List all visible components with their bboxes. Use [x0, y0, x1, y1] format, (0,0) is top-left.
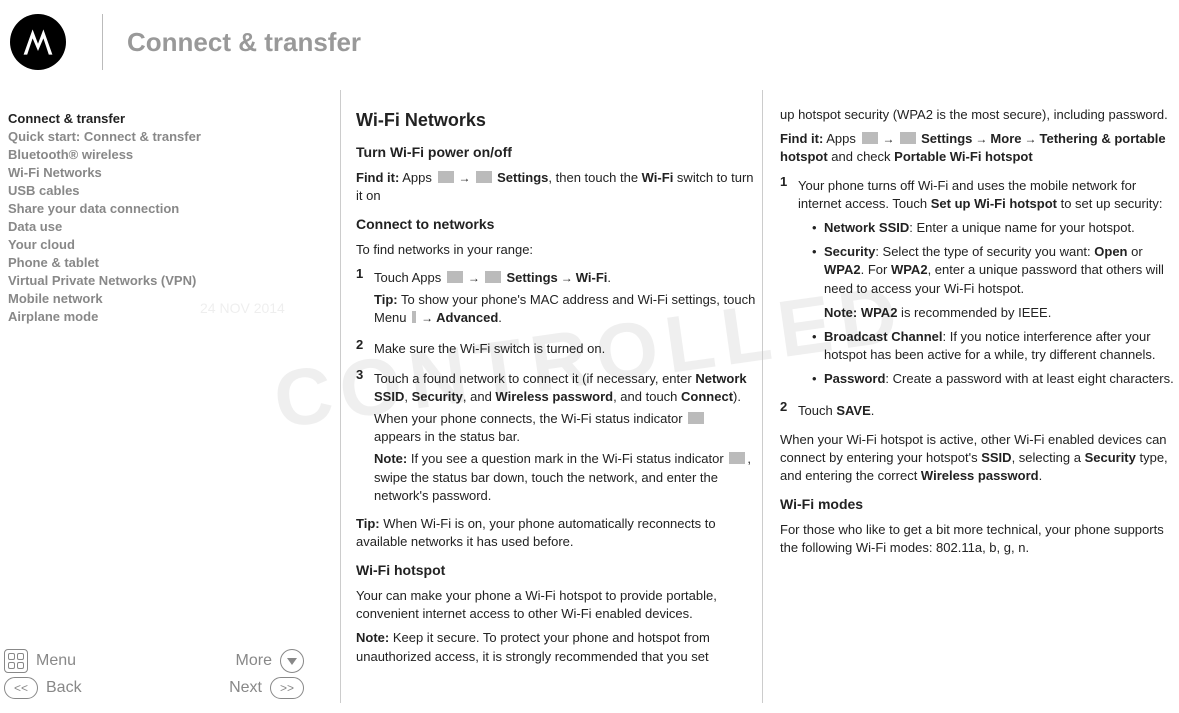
page-title: Connect & transfer — [127, 27, 361, 58]
bullet-password: Password: Create a password with at leas… — [812, 370, 1179, 388]
hs-step-2: Touch SAVE. — [798, 402, 1179, 420]
toc-link[interactable]: Airplane mode — [8, 308, 292, 326]
heading-wifi-networks: Wi-Fi Networks — [356, 108, 756, 133]
menu-button[interactable]: Menu — [4, 649, 76, 673]
toc-link[interactable]: Phone & tablet — [8, 254, 292, 272]
menu-label: Menu — [36, 652, 76, 670]
findit-power: Find it: Apps → Settings, then touch the… — [356, 169, 756, 205]
hotspot-active: When your Wi-Fi hotspot is active, other… — [780, 431, 1179, 486]
apps-icon — [447, 271, 463, 283]
menu-grid-icon — [4, 649, 28, 673]
bullet-ssid: Network SSID: Enter a unique name for yo… — [812, 219, 1179, 237]
back-label: Back — [46, 679, 82, 697]
bullet-security: Security: Select the type of security yo… — [812, 243, 1179, 322]
toc-link[interactable]: Mobile network — [8, 290, 292, 308]
sidebar-toc: Connect & transfer Quick start: Connect … — [0, 110, 300, 326]
nav-footer: Menu More << Back Next >> — [4, 645, 304, 703]
toc-link[interactable]: Connect & transfer — [8, 110, 292, 128]
step-2: Make sure the Wi-Fi switch is turned on. — [374, 340, 756, 358]
header-divider — [102, 14, 103, 70]
toc-link[interactable]: Quick start: Connect & transfer — [8, 128, 292, 146]
step-3-note: Note: If you see a question mark in the … — [374, 450, 756, 505]
apps-icon — [862, 132, 878, 144]
toc-link[interactable]: Your cloud — [8, 236, 292, 254]
back-chevron-icon: << — [4, 677, 38, 699]
hotspot-intro: Your can make your phone a Wi-Fi hotspot… — [356, 587, 756, 623]
next-chevron-icon: >> — [270, 677, 304, 699]
settings-icon — [900, 132, 916, 144]
toc-link[interactable]: Share your data connection — [8, 200, 292, 218]
tip-reconnect: Tip: When Wi-Fi is on, your phone automa… — [356, 515, 756, 551]
more-chevron-icon — [280, 649, 304, 673]
back-button[interactable]: << Back — [4, 677, 82, 699]
step-1: Touch Apps → Settings→Wi-Fi. — [374, 269, 756, 287]
hotspot-note-cont: up hotspot security (WPA2 is the most se… — [780, 106, 1179, 124]
toc-link[interactable]: USB cables — [8, 182, 292, 200]
wifi-status-icon — [688, 412, 704, 424]
heading-hotspot: Wi-Fi hotspot — [356, 561, 756, 581]
next-button[interactable]: Next >> — [229, 677, 304, 699]
header: Connect & transfer — [0, 10, 1179, 74]
motorola-logo-icon — [10, 14, 66, 70]
findit-hotspot: Find it: Apps → Settings→More→Tethering … — [780, 130, 1179, 166]
toc-link[interactable]: Bluetooth® wireless — [8, 146, 292, 164]
settings-icon — [476, 171, 492, 183]
connect-intro: To find networks in your range: — [356, 241, 756, 259]
step-3: Touch a found network to connect it (if … — [374, 370, 756, 406]
more-button[interactable]: More — [236, 649, 304, 673]
toc-link[interactable]: Wi-Fi Networks — [8, 164, 292, 182]
column-divider — [762, 90, 763, 703]
heading-connect: Connect to networks — [356, 215, 756, 235]
settings-icon — [485, 271, 501, 283]
wifi-question-icon — [729, 452, 745, 464]
step-3-when: When your phone connects, the Wi-Fi stat… — [374, 410, 756, 446]
content-column-2: up hotspot security (WPA2 is the most se… — [780, 100, 1179, 703]
heading-modes: Wi-Fi modes — [780, 495, 1179, 515]
hotspot-note: Note: Keep it secure. To protect your ph… — [356, 629, 756, 665]
hs-step-1: Your phone turns off Wi-Fi and uses the … — [798, 177, 1179, 213]
apps-icon — [438, 171, 454, 183]
content-column-1: Wi-Fi Networks Turn Wi-Fi power on/off F… — [356, 100, 756, 703]
next-label: Next — [229, 679, 262, 697]
bullet-broadcast: Broadcast Channel: If you notice interfe… — [812, 328, 1179, 364]
column-divider — [340, 90, 341, 703]
modes-body: For those who like to get a bit more tec… — [780, 521, 1179, 557]
more-label: More — [236, 652, 272, 670]
heading-power: Turn Wi-Fi power on/off — [356, 143, 756, 163]
toc-link[interactable]: Data use — [8, 218, 292, 236]
menu-dots-icon — [412, 311, 416, 323]
toc-link[interactable]: Virtual Private Networks (VPN) — [8, 272, 292, 290]
step-1-tip: Tip: To show your phone's MAC address an… — [374, 291, 756, 327]
